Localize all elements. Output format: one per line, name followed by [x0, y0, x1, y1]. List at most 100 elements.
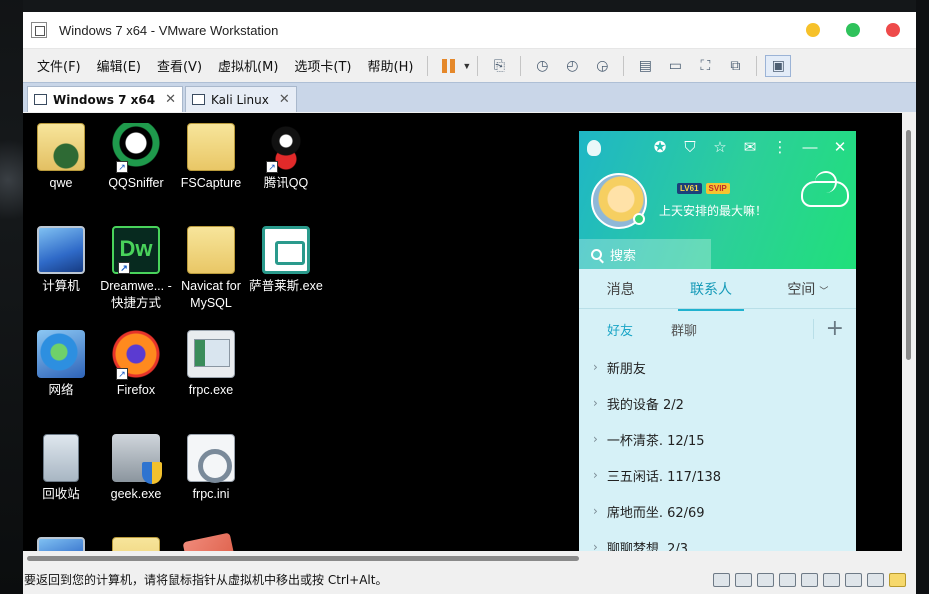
qq-header: ✪ ⛉ ☆ ✉ ⋮ — ✕ LV61 SVIP 上天安排的最大嘛！ 搜索 — [579, 131, 856, 269]
desktop-icon-label: QQSniffer — [108, 176, 164, 190]
friend-group[interactable]: › 聊聊梦想. 2/3 — [579, 529, 856, 551]
more-icon[interactable]: ⋮ — [772, 140, 788, 156]
vip-badge[interactable]: SVIP — [705, 183, 730, 194]
printer-icon[interactable] — [801, 572, 818, 587]
search-input[interactable]: 搜索 — [579, 239, 711, 269]
desktop-icon-computer[interactable]: 计算机 — [23, 226, 99, 295]
window-title: Windows 7 x64 - VMware Workstation — [59, 22, 279, 38]
desktop-icon-recycle-bin[interactable]: 回收站 — [23, 434, 99, 503]
minimize-icon[interactable]: — — [802, 140, 818, 156]
shortcut-arrow-icon: ↗ — [118, 262, 130, 274]
library-toggle-icon[interactable]: ▤ — [632, 55, 658, 77]
close-icon[interactable]: ✕ — [832, 140, 848, 156]
minimize-button[interactable] — [806, 23, 820, 37]
console-view-icon[interactable]: ▣ — [765, 54, 792, 77]
tab-kali-linux[interactable]: Kali Linux ✕ — [185, 86, 297, 112]
menu-tabs[interactable]: 选项卡(T) — [286, 56, 359, 75]
desktop-icon-frpc-exe[interactable]: frpc.exe — [173, 330, 249, 399]
pause-button[interactable] — [436, 55, 462, 77]
chevron-down-icon: ﹀ — [819, 286, 829, 297]
subtab-groups[interactable]: 群聊 — [671, 320, 697, 339]
desktop-icon-label: Firefox — [116, 383, 156, 397]
desktop-icon-geek[interactable]: geek.exe — [98, 434, 174, 503]
sound-icon[interactable] — [823, 572, 840, 587]
tab-messages[interactable]: 消息 — [603, 273, 639, 305]
friend-group[interactable]: › 席地而坐. 62/69 — [579, 493, 856, 529]
desktop-icon-network[interactable]: 网络 — [23, 330, 99, 399]
horizontal-scroll-thumb[interactable] — [27, 556, 579, 561]
chevron-right-icon: › — [593, 396, 598, 410]
online-status-icon[interactable] — [633, 213, 645, 225]
menu-edit[interactable]: 编辑(E) — [89, 56, 149, 75]
usb-icon[interactable] — [779, 572, 796, 587]
vertical-scroll-thumb[interactable] — [906, 130, 911, 360]
computer-icon — [37, 226, 85, 274]
desktop-icon-partial[interactable] — [23, 537, 99, 551]
desktop-icon-partial[interactable] — [98, 537, 174, 551]
pause-dropdown-icon[interactable]: ▼ — [462, 61, 471, 71]
shortcut-arrow-icon: ↗ — [266, 161, 278, 173]
close-tab-icon[interactable]: ✕ — [165, 92, 176, 107]
vm-tab-bar: Windows 7 x64 ✕ Kali Linux ✕ — [23, 82, 916, 112]
mail-icon[interactable]: ✉ — [742, 140, 758, 156]
desktop-icon-firefox[interactable]: ↗ Firefox — [98, 330, 174, 399]
menu-help[interactable]: 帮助(H) — [360, 56, 422, 75]
status-message: 要返回到您的计算机，请将鼠标指针从虚拟机中移出或按 Ctrl+Alt。 — [24, 573, 388, 587]
menu-file[interactable]: 文件(F) — [29, 56, 89, 75]
close-tab-icon[interactable]: ✕ — [279, 92, 290, 107]
add-contact-icon[interactable]: + — [812, 318, 844, 340]
menu-bar: 文件(F) 编辑(E) 查看(V) 虚拟机(M) 选项卡(T) 帮助(H) ▼ … — [23, 49, 916, 82]
host-desktop-left — [0, 0, 23, 594]
revert-snapshot-button[interactable]: ◴ — [559, 55, 585, 77]
unity-icon[interactable]: ⧉ — [722, 55, 748, 77]
level-badge[interactable]: LV61 — [677, 183, 702, 194]
menu-vm[interactable]: 虚拟机(M) — [210, 56, 286, 75]
vm-display[interactable]: qwe ↗ QQSniffer FSCapture ↗ 腾讯QQ 计算机 Dw ↗… — [23, 113, 916, 551]
snapshot-manager-button[interactable]: ◶ — [589, 55, 615, 77]
desktop-icon-dreamweaver[interactable]: Dw ↗ Dreamwe... - 快捷方式 — [98, 226, 174, 312]
fullscreen-icon[interactable]: ⛶ — [692, 55, 718, 77]
desktop-icon-navicat[interactable]: Navicat for MySQL — [173, 226, 249, 312]
removable-device-icon[interactable] — [867, 572, 884, 587]
vm-icon — [34, 94, 47, 105]
friend-group[interactable]: › 一杯清茶. 12/15 — [579, 421, 856, 457]
tab-space[interactable]: 空间 ﹀ — [783, 273, 832, 305]
maximize-button[interactable] — [846, 23, 860, 37]
display-icon[interactable] — [845, 572, 862, 587]
desktop-icon-frpc-ini[interactable]: frpc.ini — [173, 434, 249, 503]
send-ctrl-alt-del-button[interactable]: ⎘ — [486, 55, 512, 77]
status-bar: 要返回到您的计算机，请将鼠标指针从虚拟机中移出或按 Ctrl+Alt。 — [23, 565, 916, 594]
tab-windows-7[interactable]: Windows 7 x64 ✕ — [27, 86, 184, 112]
desktop-icon-fscapture[interactable]: FSCapture — [173, 123, 249, 192]
cloud-icon[interactable] — [801, 171, 849, 207]
group-label: 席地而坐. 62/69 — [606, 505, 705, 521]
network-adapter-icon[interactable] — [757, 572, 774, 587]
friend-group[interactable]: › 三五闲话. 117/138 — [579, 457, 856, 493]
desktop-icon-qwe[interactable]: qwe — [23, 123, 99, 192]
close-button[interactable] — [886, 23, 900, 37]
desktop-icon-qqsniffer[interactable]: ↗ QQSniffer — [98, 123, 174, 192]
horizontal-scrollbar[interactable] — [23, 551, 916, 565]
desktop-icon-sapulaisi[interactable]: 萨普莱斯.exe — [248, 226, 324, 295]
thumbnail-bar-icon[interactable]: ▭ — [662, 55, 688, 77]
group-label: 新朋友 — [606, 361, 646, 377]
friend-group[interactable]: › 新朋友 — [579, 349, 856, 385]
skin-shirt-icon[interactable]: ⛉ — [682, 140, 698, 156]
take-snapshot-button[interactable]: ◷ — [529, 55, 555, 77]
settings-file-icon — [187, 434, 235, 483]
recycle-bin-icon — [43, 434, 79, 482]
medal-icon[interactable]: ✪ — [652, 140, 668, 156]
tab-space-label: 空间 — [787, 281, 816, 298]
message-log-icon[interactable] — [889, 572, 906, 587]
desktop-icon-qq[interactable]: ↗ 腾讯QQ — [248, 123, 324, 192]
signature-text[interactable]: 上天安排的最大嘛！ — [659, 202, 767, 219]
desktop-icon-label: frpc.ini — [192, 487, 230, 501]
tab-contacts[interactable]: 联系人 — [677, 273, 744, 311]
hard-disk-icon[interactable] — [713, 572, 730, 587]
friend-group[interactable]: › 我的设备 2/2 — [579, 385, 856, 421]
subtab-friends[interactable]: 好友 — [607, 320, 633, 339]
cd-dvd-icon[interactable] — [735, 572, 752, 587]
menu-view[interactable]: 查看(V) — [149, 56, 210, 75]
desktop-icon-partial[interactable] — [173, 532, 249, 551]
star-icon[interactable]: ☆ — [712, 140, 728, 156]
